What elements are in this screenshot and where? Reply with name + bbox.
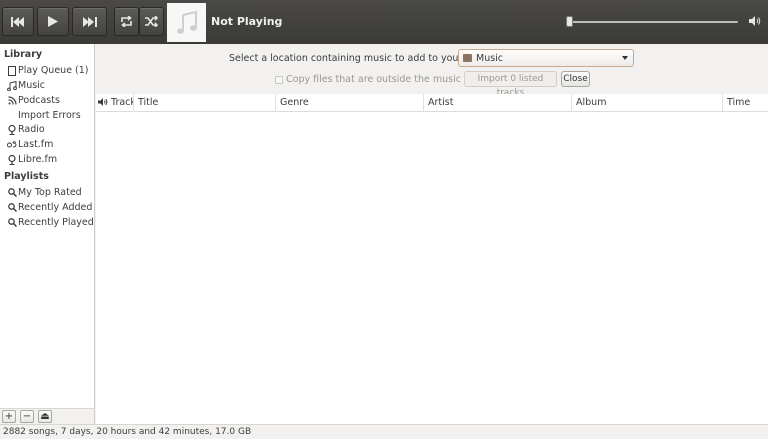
document-icon [7,65,17,76]
column-header-time[interactable]: Time [723,94,768,112]
radio-icon [7,124,17,135]
sidebar-item-label: Music [18,80,46,91]
track-list-header: Track Title Genre Artist Album Time [96,94,768,112]
volume-button[interactable] [749,16,761,29]
sidebar-item-label: Radio [18,124,45,135]
repeat-button[interactable] [114,7,139,36]
volume-icon [749,16,761,26]
sidebar-item-label: Podcasts [18,95,60,106]
play-button[interactable] [37,7,69,36]
now-playing-label: Not Playing [211,15,283,28]
seek-handle[interactable] [566,16,573,27]
search-icon [7,203,17,213]
folder-icon [463,54,472,62]
column-header-track[interactable]: Track [96,94,134,112]
library-summary: 2882 songs, 7 days, 20 hours and 42 minu… [3,427,252,437]
sidebar-item-import-errors[interactable]: Import Errors [18,110,81,121]
sidebar-item-play-queue[interactable]: Play Queue (1) [7,65,89,76]
sidebar-footer: + − ⏏ [0,408,95,424]
sidebar-item-label: Play Queue (1) [18,65,89,76]
sidebar-item-label: Recently Played [18,217,94,228]
sidebar-item-recently-played[interactable]: Recently Played [7,217,94,228]
previous-button[interactable] [2,7,34,36]
sidebar-item-label: Import Errors [18,110,81,121]
column-header-title[interactable]: Title [134,94,276,112]
status-bar: 2882 songs, 7 days, 20 hours and 42 minu… [0,424,768,439]
sidebar: Library Play Queue (1) Music Podcasts Im… [0,44,95,424]
sidebar-item-podcasts[interactable]: Podcasts [7,95,60,106]
search-icon [7,188,17,198]
import-bar: Select a location containing music to ad… [96,44,768,98]
music-note-icon [176,10,197,34]
search-icon [7,218,17,228]
play-icon [48,16,58,27]
player-toolbar: Not Playing [0,0,768,44]
sidebar-item-lastfm[interactable]: Last.fm [7,139,53,150]
location-select-value: Music [476,52,504,64]
column-header-artist[interactable]: Artist [424,94,572,112]
sidebar-item-radio[interactable]: Radio [7,124,45,135]
sidebar-item-music[interactable]: Music [7,80,45,91]
lastfm-icon [7,140,17,150]
radio-icon [7,154,17,165]
rss-icon [7,96,17,106]
copy-files-checkbox[interactable] [275,76,283,84]
add-playlist-button[interactable]: + [2,410,16,423]
next-button[interactable] [72,7,107,36]
location-select[interactable]: Music [458,49,634,67]
playlists-heading: Playlists [4,171,49,182]
remove-playlist-button[interactable]: − [20,410,34,423]
column-header-label: Track [111,97,134,108]
sidebar-item-my-top-rated[interactable]: My Top Rated [7,187,82,198]
sidebar-item-recently-added[interactable]: Recently Added [7,202,92,213]
sidebar-item-label: My Top Rated [18,187,82,198]
close-import-button[interactable]: Close [561,71,590,87]
sidebar-item-label: Last.fm [18,139,54,150]
library-heading: Library [4,49,43,60]
next-icon [82,16,97,27]
music-note-icon [7,80,17,91]
repeat-icon [121,16,132,27]
sidebar-item-label: Recently Added [18,202,93,213]
import-tracks-button[interactable]: Import 0 listed tracks [464,71,557,98]
column-header-album[interactable]: Album [572,94,723,112]
eject-button[interactable]: ⏏ [38,410,52,423]
shuffle-button[interactable] [139,7,164,36]
track-list[interactable]: Track Title Genre Artist Album Time [96,94,768,424]
shuffle-icon [145,16,158,27]
speaker-icon [98,98,108,106]
seek-bar[interactable] [570,21,738,23]
album-art [167,3,206,42]
chevron-down-icon [622,56,628,60]
column-header-genre[interactable]: Genre [276,94,424,112]
sidebar-item-label: Libre.fm [18,154,58,165]
sidebar-item-librefm[interactable]: Libre.fm [7,154,57,165]
previous-icon [11,16,24,27]
